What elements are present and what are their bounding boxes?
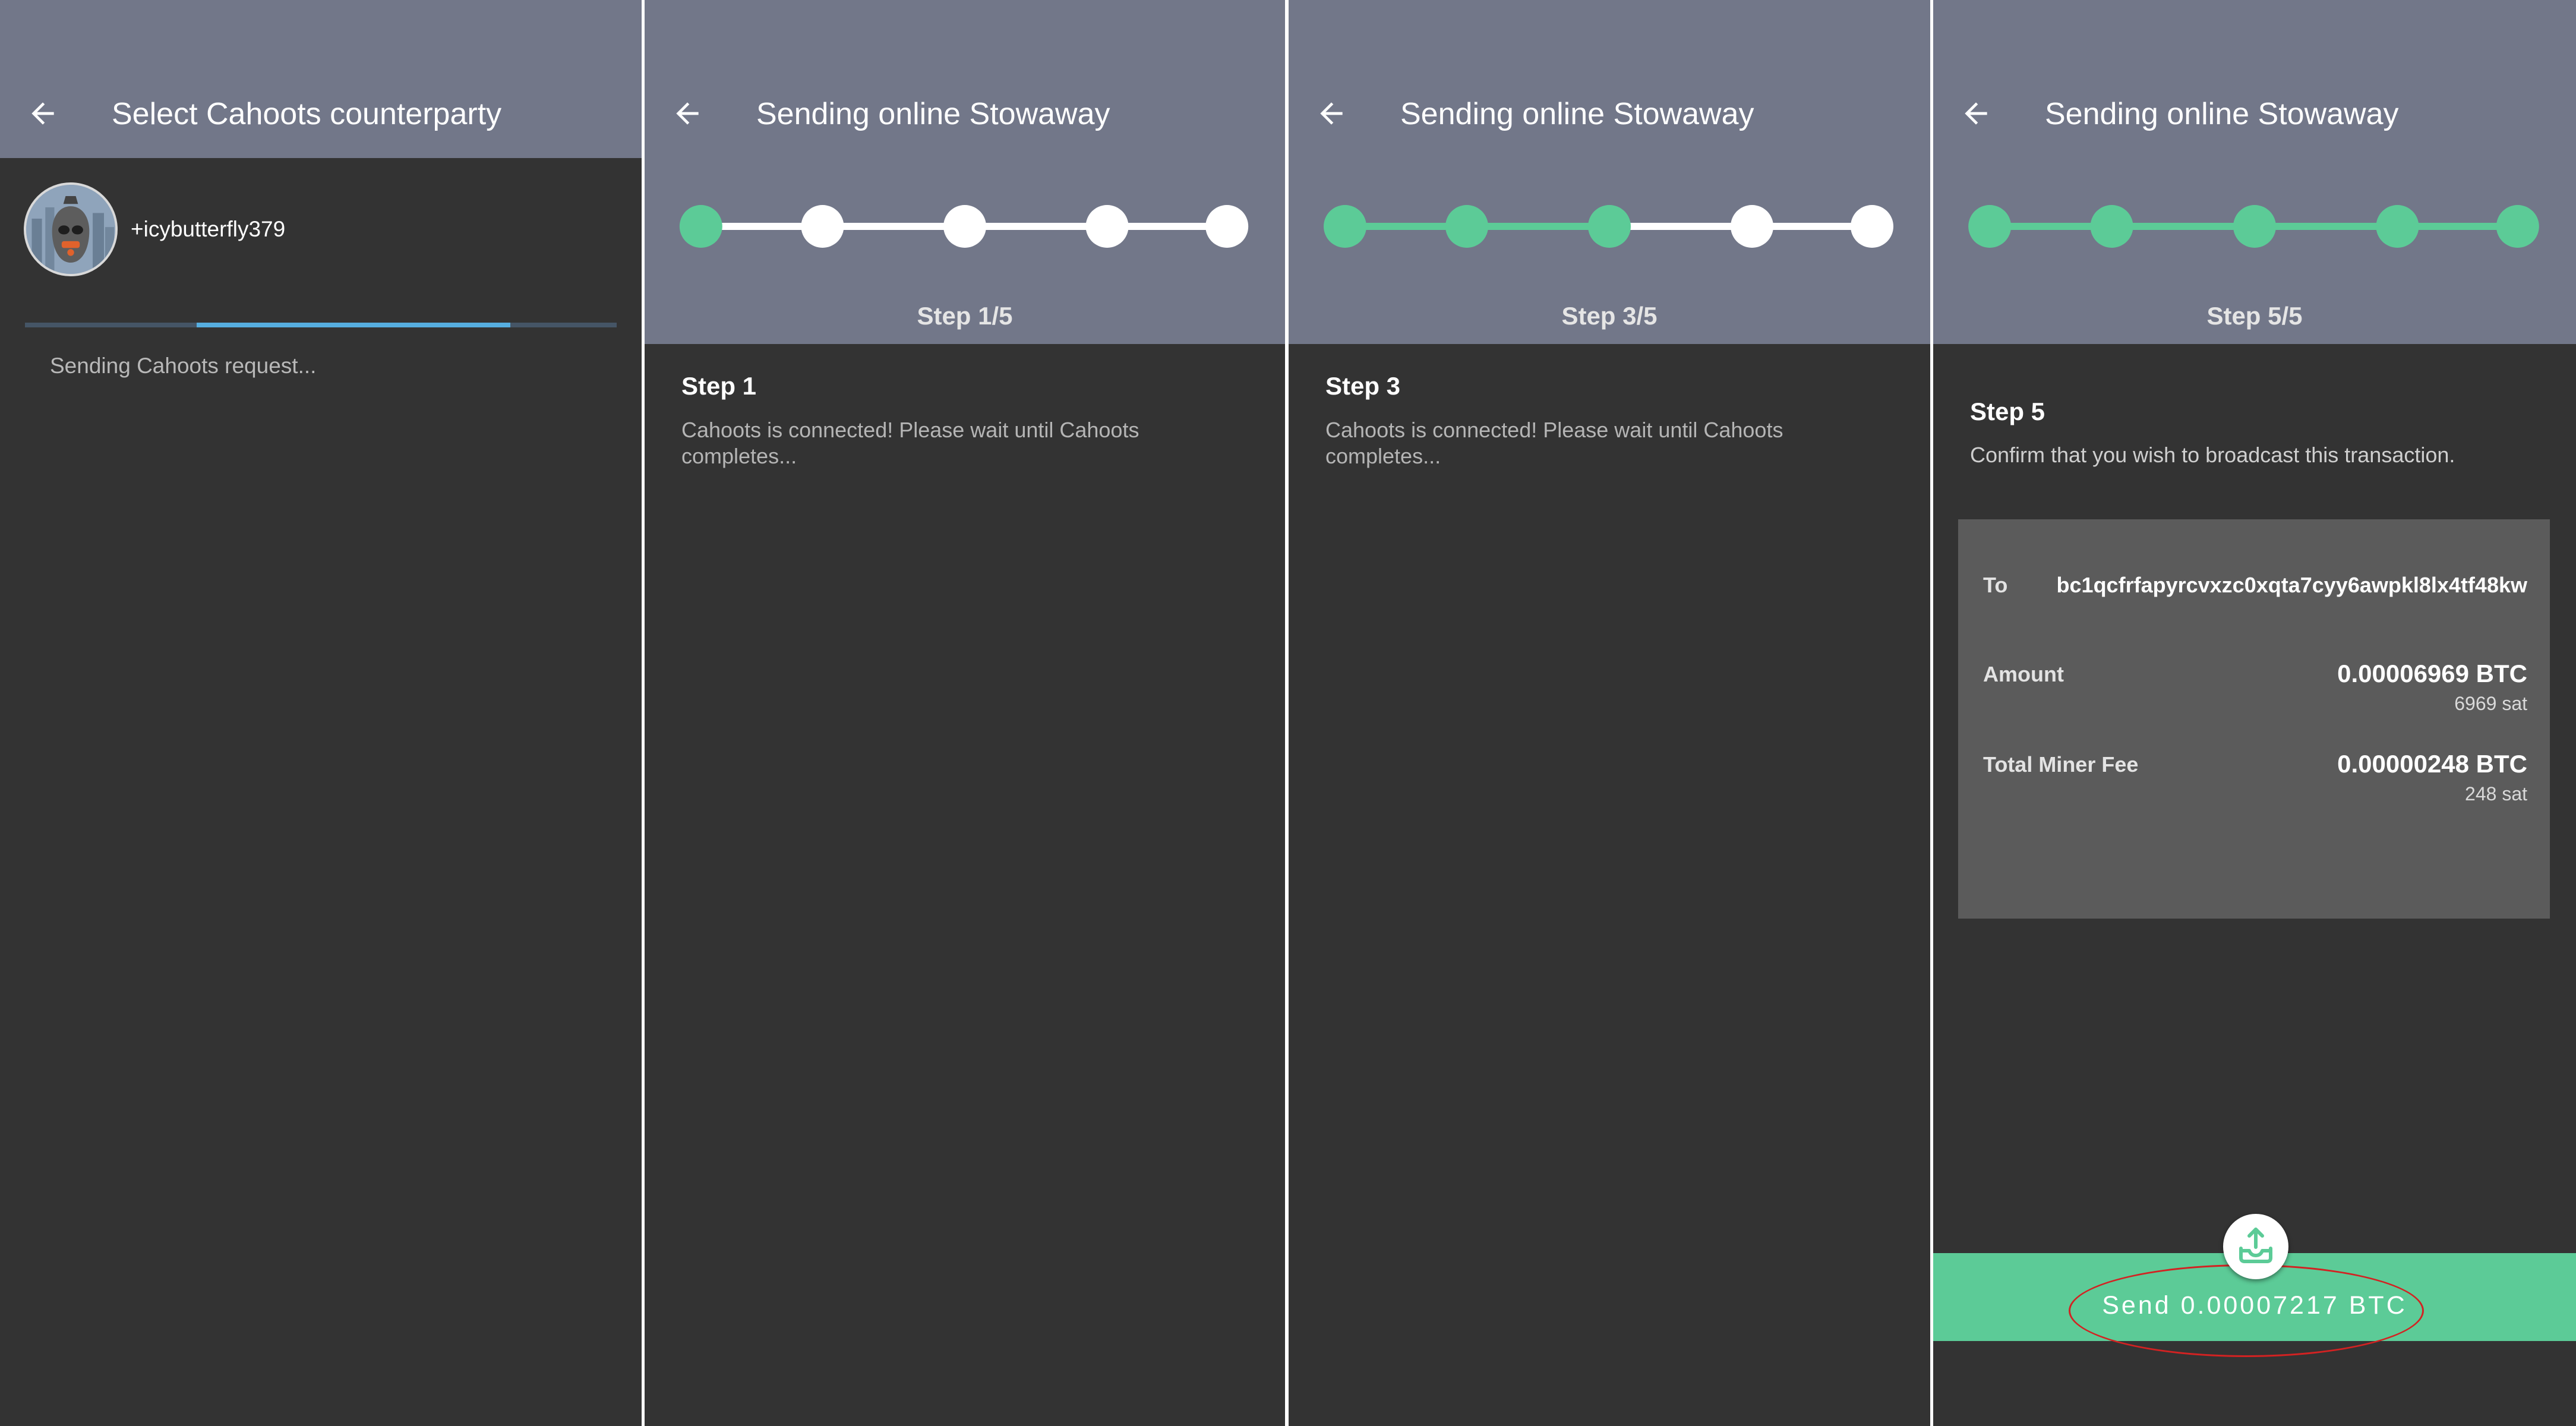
step-dot-5 [1205, 205, 1249, 248]
step-dot-4 [2376, 205, 2419, 248]
step-dot-5 [1851, 205, 1893, 248]
step-title: Step 3 [1325, 372, 1401, 400]
amount-label: Amount [1983, 662, 2064, 686]
step-dot-4 [1085, 205, 1129, 248]
step-indicator [1933, 203, 2576, 250]
step-dot-2 [801, 205, 844, 248]
step-dot-3 [1588, 205, 1631, 248]
back-arrow-icon[interactable] [1959, 97, 1993, 130]
back-arrow-icon[interactable] [26, 97, 59, 130]
step-indicator [1289, 203, 1930, 250]
confirm-message: Confirm that you wish to broadcast this … [1970, 443, 2455, 467]
page-title: Sending online Stowaway [756, 97, 1110, 131]
page-title: Sending online Stowaway [2045, 97, 2399, 131]
step-message: Cahoots is connected! Please wait until … [1325, 418, 1783, 468]
step-dot-2 [1445, 205, 1488, 248]
stepper-graphic [679, 205, 1249, 248]
toolbar: Sending online Stowaway Step 3/5 [1289, 0, 1930, 344]
miner-fee-sat: 248 sat [2465, 783, 2527, 805]
step-label: Step 1/5 [917, 302, 1013, 330]
step-title: Step 5 [1970, 397, 2045, 425]
step-dot-4 [1731, 205, 1773, 248]
step-title: Step 1 [681, 372, 757, 400]
screen-stowaway-step1: Sending online Stowaway Step 1/5 Step 1 … [645, 0, 1285, 1426]
amount-sat: 6969 sat [2454, 693, 2527, 714]
miner-fee-label: Total Miner Fee [1983, 752, 2139, 777]
step-label: Step 5/5 [2206, 302, 2303, 330]
to-label: To [1983, 573, 2008, 597]
step-dot-1 [1324, 205, 1366, 248]
stepper-graphic [1968, 205, 2539, 248]
transaction-details-card: To bc1qcfrfapyrcvxzc0xqta7cyy6awpkl8lx4t… [1958, 519, 2550, 919]
amount-btc: 0.00006969 BTC [2337, 660, 2527, 687]
paynym-name[interactable]: +icybutterfly379 [131, 215, 285, 244]
paynym-avatar[interactable] [24, 182, 118, 276]
step-dot-3 [943, 205, 986, 248]
request-progress-fill [196, 323, 510, 327]
toolbar: Sending online Stowaway Step 1/5 [645, 0, 1285, 344]
status-text: Sending Cahoots request... [50, 354, 317, 378]
page-title: Select Cahoots counterparty [112, 97, 502, 131]
step-dot-2 [2090, 205, 2133, 248]
destination-address: bc1qcfrfapyrcvxzc0xqta7cyy6awpkl8lx4tf48… [2056, 573, 2527, 597]
back-arrow-icon[interactable] [1315, 97, 1348, 130]
back-arrow-icon[interactable] [671, 97, 704, 130]
step-label: Step 3/5 [1561, 302, 1658, 330]
step-message: Cahoots is connected! Please wait until … [681, 418, 1139, 468]
screen-select-counterparty: Select Cahoots counterparty +icybutterfl… [0, 0, 642, 1426]
stepper-graphic [1324, 205, 1893, 248]
screen-stowaway-step3: Sending online Stowaway Step 3/5 Step 3 … [1289, 0, 1930, 1426]
miner-fee-btc: 0.00000248 BTC [2337, 750, 2527, 778]
step-dot-5 [2496, 205, 2539, 248]
broadcast-upload-icon[interactable] [2223, 1214, 2288, 1279]
step-dot-1 [679, 205, 722, 248]
step-dot-1 [1968, 205, 2012, 248]
screen-stowaway-step5: Sending online Stowaway Step 5/5 Step 5 … [1933, 0, 2576, 1426]
screens-collage: Select Cahoots counterparty +icybutterfl… [0, 0, 2576, 1426]
step-dot-3 [2233, 205, 2276, 248]
toolbar: Select Cahoots counterparty [0, 0, 642, 158]
toolbar: Sending online Stowaway Step 5/5 [1933, 0, 2576, 344]
request-progress-bar [25, 323, 617, 327]
step-indicator [645, 203, 1285, 250]
page-title: Sending online Stowaway [1400, 97, 1754, 131]
